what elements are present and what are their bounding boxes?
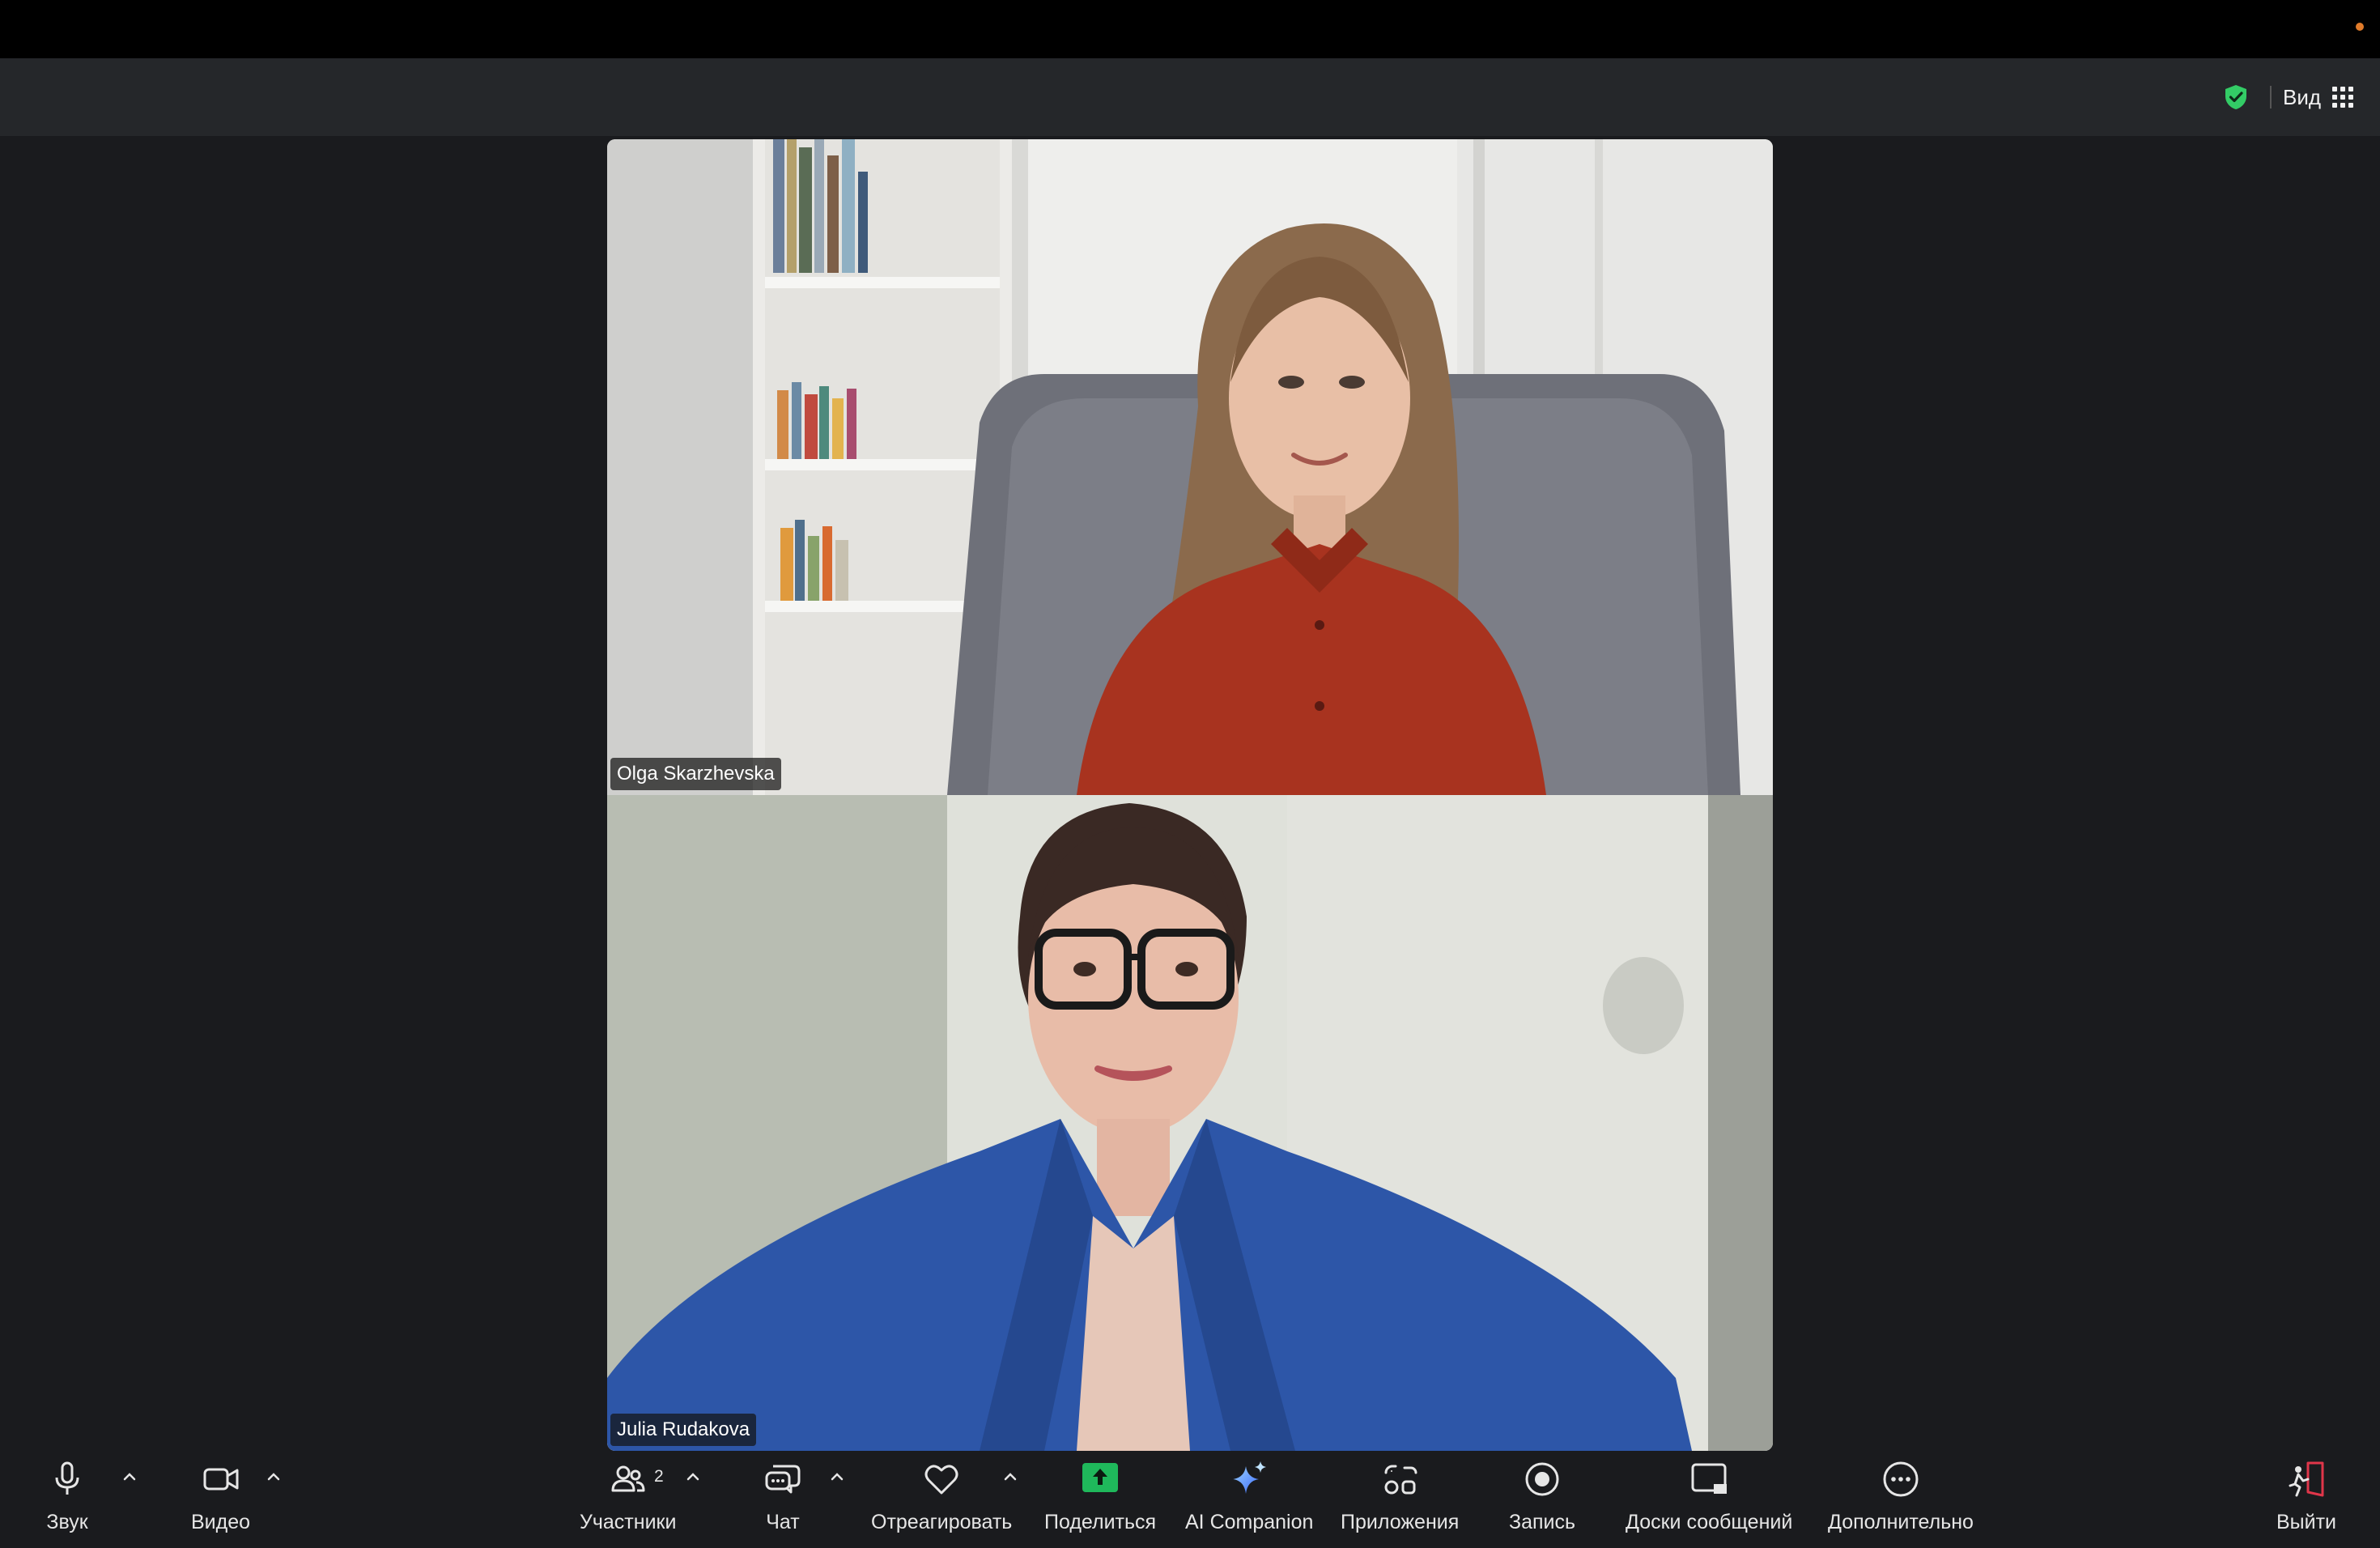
chat-button[interactable]: Чат xyxy=(761,1457,805,1534)
ai-companion-label: AI Companion xyxy=(1185,1511,1314,1533)
apps-icon xyxy=(1378,1457,1422,1501)
window-titlebar xyxy=(0,0,2380,58)
apps-label: Приложения xyxy=(1341,1511,1460,1533)
participants-label: Участники xyxy=(580,1511,677,1533)
participant-name-tag: Olga Skarzhevska xyxy=(610,758,781,790)
record-button[interactable]: Запись xyxy=(1509,1457,1575,1534)
react-label: Отреагировать xyxy=(871,1511,1013,1533)
meeting-top-bar xyxy=(0,58,2380,136)
view-button[interactable]: Вид xyxy=(2283,78,2354,117)
video-gallery: Olga Skarzhevska Julia Rudakova xyxy=(607,139,1773,1451)
video-feed-olga xyxy=(607,139,1773,795)
video-label: Видео xyxy=(191,1511,251,1533)
react-button[interactable]: Отреагировать xyxy=(871,1457,1012,1534)
share-label: Поделиться xyxy=(1044,1511,1157,1533)
record-label: Запись xyxy=(1509,1511,1576,1533)
ai-companion-button[interactable]: AI Companion xyxy=(1185,1457,1313,1534)
video-camera-icon xyxy=(199,1457,243,1501)
audio-label: Звук xyxy=(46,1511,88,1533)
whiteboard-icon xyxy=(1687,1457,1731,1501)
grid-view-icon xyxy=(2332,87,2354,108)
participants-options-chevron-icon[interactable] xyxy=(683,1467,703,1486)
apps-button[interactable]: Приложения xyxy=(1341,1457,1459,1534)
share-screen-button[interactable]: Поделиться xyxy=(1044,1457,1156,1534)
chat-options-chevron-icon[interactable] xyxy=(827,1467,847,1486)
react-options-chevron-icon[interactable] xyxy=(1001,1467,1020,1486)
ai-sparkle-icon xyxy=(1227,1457,1271,1501)
heart-icon xyxy=(920,1457,963,1501)
video-tile-olga[interactable]: Olga Skarzhevska xyxy=(607,139,1773,795)
audio-options-chevron-icon[interactable] xyxy=(120,1467,139,1486)
share-screen-icon xyxy=(1078,1457,1122,1501)
more-options-icon xyxy=(1879,1457,1923,1501)
video-options-chevron-icon[interactable] xyxy=(264,1467,283,1486)
recording-indicator-icon xyxy=(2356,23,2364,31)
view-label: Вид xyxy=(2283,84,2322,109)
whiteboards-label: Доски сообщений xyxy=(1626,1511,1793,1533)
whiteboards-button[interactable]: Доски сообщений xyxy=(1626,1457,1792,1534)
leave-door-icon xyxy=(2284,1457,2328,1501)
video-feed-julia xyxy=(607,795,1773,1451)
leave-label: Выйти xyxy=(2276,1511,2337,1533)
more-button[interactable]: Дополнительно xyxy=(1828,1457,1974,1534)
leave-button[interactable]: Выйти xyxy=(2276,1457,2336,1534)
audio-button[interactable]: Звук xyxy=(45,1457,89,1534)
more-label: Дополнительно xyxy=(1828,1511,1974,1533)
microphone-icon xyxy=(45,1457,89,1501)
top-bar-divider xyxy=(2270,86,2272,108)
chat-label: Чат xyxy=(766,1511,800,1533)
participants-icon xyxy=(606,1457,650,1501)
participant-name-tag: Julia Rudakova xyxy=(610,1414,757,1446)
video-tile-julia[interactable]: Julia Rudakova xyxy=(607,795,1773,1451)
participants-count: 2 xyxy=(654,1467,664,1486)
chat-bubble-icon xyxy=(761,1457,805,1501)
video-button[interactable]: Видео xyxy=(191,1457,250,1534)
security-shield-icon[interactable] xyxy=(2221,83,2250,112)
record-icon xyxy=(1520,1457,1564,1501)
